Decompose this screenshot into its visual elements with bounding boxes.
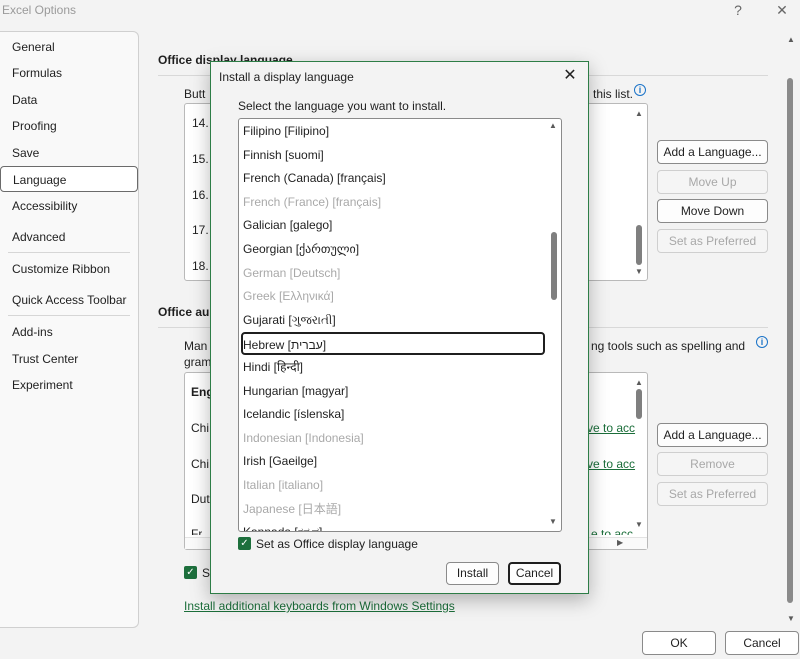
nav-item-accessibility[interactable]: Accessibility: [0, 193, 138, 219]
language-option[interactable]: Galician [galego]: [241, 214, 545, 237]
install-button[interactable]: Install: [446, 562, 499, 585]
options-nav: General Formulas Data Proofing Save Lang…: [0, 31, 139, 628]
scroll-down-icon[interactable]: ▼: [785, 614, 797, 623]
list-item-number: 16.: [192, 188, 209, 202]
display-language-checkbox[interactable]: ✓: [238, 537, 251, 550]
help-button[interactable]: ?: [723, 0, 753, 20]
authoring-row-left: Dut: [191, 492, 210, 506]
display-set-preferred-button[interactable]: Set as Preferred: [657, 229, 768, 253]
move-down-button[interactable]: Move Down: [657, 199, 768, 223]
display-add-language-button[interactable]: Add a Language...: [657, 140, 768, 164]
nav-item-quick-access-toolbar[interactable]: Quick Access Toolbar: [0, 287, 138, 313]
language-option[interactable]: Japanese [日本語]: [241, 498, 545, 521]
display-desc-right: this list.: [593, 87, 634, 101]
language-option[interactable]: Italian [italiano]: [241, 474, 545, 497]
scroll-right-icon[interactable]: ▶: [617, 538, 623, 547]
language-option[interactable]: Hungarian [magyar]: [241, 380, 545, 403]
install-keyboards-link[interactable]: Install additional keyboards from Window…: [184, 599, 455, 613]
authoring-add-language-button[interactable]: Add a Language...: [657, 423, 768, 447]
nav-item-save[interactable]: Save: [0, 140, 138, 166]
ok-button[interactable]: OK: [642, 631, 716, 655]
language-option[interactable]: Hebrew [עברית]: [241, 332, 545, 355]
scroll-up-icon[interactable]: ▲: [547, 121, 559, 130]
scroll-up-icon[interactable]: ▲: [633, 109, 645, 118]
language-option[interactable]: Kannada [ಕನ್ನಡ]: [241, 521, 545, 531]
authoring-row-link[interactable]: e to acc: [591, 527, 633, 535]
language-option[interactable]: Icelandic [íslenska]: [241, 403, 545, 426]
language-option[interactable]: Greek [Ελληνικά]: [241, 285, 545, 308]
scroll-down-icon[interactable]: ▼: [633, 267, 645, 276]
dialog-title: Install a display language: [219, 70, 354, 84]
authoring-row-link[interactable]: ve to acc: [587, 421, 635, 435]
page-scrollbar-thumb[interactable]: [787, 78, 793, 603]
authoring-row-left: Fr: [191, 527, 203, 535]
info-icon[interactable]: i: [634, 84, 646, 96]
scroll-up-icon[interactable]: ▲: [785, 35, 797, 44]
authoring-desc-right: ng tools such as spelling and: [591, 339, 746, 353]
language-option[interactable]: Irish [Gaeilge]: [241, 450, 545, 473]
cancel-button[interactable]: Cancel: [725, 631, 799, 655]
nav-item-formulas[interactable]: Formulas: [0, 60, 138, 86]
authoring-row-left: Chi: [191, 457, 210, 471]
authoring-checkbox[interactable]: ✓: [184, 566, 197, 579]
nav-item-general[interactable]: General: [0, 34, 138, 60]
scroll-up-icon[interactable]: ▲: [633, 378, 645, 387]
dialog-prompt: Select the language you want to install.: [238, 99, 447, 113]
authoring-desc-left: Man: [184, 339, 208, 353]
listbox-scrollbar[interactable]: ▲ ▼: [547, 121, 559, 529]
language-option[interactable]: Gujarati [ગુજરાતી]: [241, 309, 545, 332]
dialog-close-icon[interactable]: ✕: [558, 65, 582, 87]
authoring-row-left: Chi: [191, 421, 210, 435]
list-item-number: 15.: [192, 152, 209, 166]
language-option[interactable]: Hindi [हिन्दी]: [241, 356, 545, 379]
window-title: Excel Options: [2, 3, 77, 17]
nav-item-proofing[interactable]: Proofing: [0, 113, 138, 139]
language-listbox[interactable]: Filipino [Filipino] Finnish [suomi] French…: [238, 118, 562, 532]
nav-item-trust-center[interactable]: Trust Center: [0, 346, 138, 372]
nav-item-add-ins[interactable]: Add-ins: [0, 319, 138, 345]
list-scroll-thumb[interactable]: [636, 225, 642, 265]
authoring-set-preferred-button[interactable]: Set as Preferred: [657, 482, 768, 506]
nav-item-language[interactable]: Language: [0, 166, 138, 192]
move-up-button[interactable]: Move Up: [657, 170, 768, 194]
language-option[interactable]: Filipino [Filipino]: [241, 120, 545, 143]
list-item-number: 18.: [192, 259, 209, 273]
list-item-number: 14.: [192, 116, 209, 130]
nav-separator: [8, 315, 130, 316]
scroll-down-icon[interactable]: ▼: [633, 520, 645, 529]
nav-item-experiment[interactable]: Experiment: [0, 372, 138, 398]
listbox-scroll-thumb[interactable]: [551, 232, 557, 300]
authoring-desc-left-2: gram: [184, 355, 212, 369]
install-language-dialog: Install a display language ✕ Select the …: [210, 61, 589, 594]
display-desc-left: Butt: [184, 87, 206, 101]
language-option[interactable]: French (Canada) [français]: [241, 167, 545, 190]
display-language-checkbox-label: Set as Office display language: [256, 537, 418, 551]
language-option[interactable]: French (France) [français]: [241, 191, 545, 214]
nav-item-advanced[interactable]: Advanced: [0, 224, 138, 250]
language-option[interactable]: Finnish [suomi]: [241, 144, 545, 167]
remove-button[interactable]: Remove: [657, 452, 768, 476]
authoring-row-link[interactable]: ve to acc: [587, 457, 635, 471]
authoring-language-heading: Office au: [158, 305, 210, 319]
scroll-down-icon[interactable]: ▼: [547, 517, 559, 526]
language-option[interactable]: Indonesian [Indonesia]: [241, 427, 545, 450]
language-option[interactable]: German [Deutsch]: [241, 262, 545, 285]
window-close-button[interactable]: ✕: [767, 0, 797, 20]
info-icon[interactable]: i: [756, 336, 768, 348]
list-item-number: 17.: [192, 223, 209, 237]
language-option[interactable]: Georgian [ქართული]: [241, 238, 545, 261]
dialog-cancel-button[interactable]: Cancel: [508, 562, 561, 585]
nav-item-data[interactable]: Data: [0, 87, 138, 113]
nav-item-customize-ribbon[interactable]: Customize Ribbon: [0, 256, 138, 282]
authoring-checkbox-label: S: [202, 566, 211, 580]
nav-separator: [8, 252, 130, 253]
list-scroll-thumb[interactable]: [636, 389, 642, 419]
